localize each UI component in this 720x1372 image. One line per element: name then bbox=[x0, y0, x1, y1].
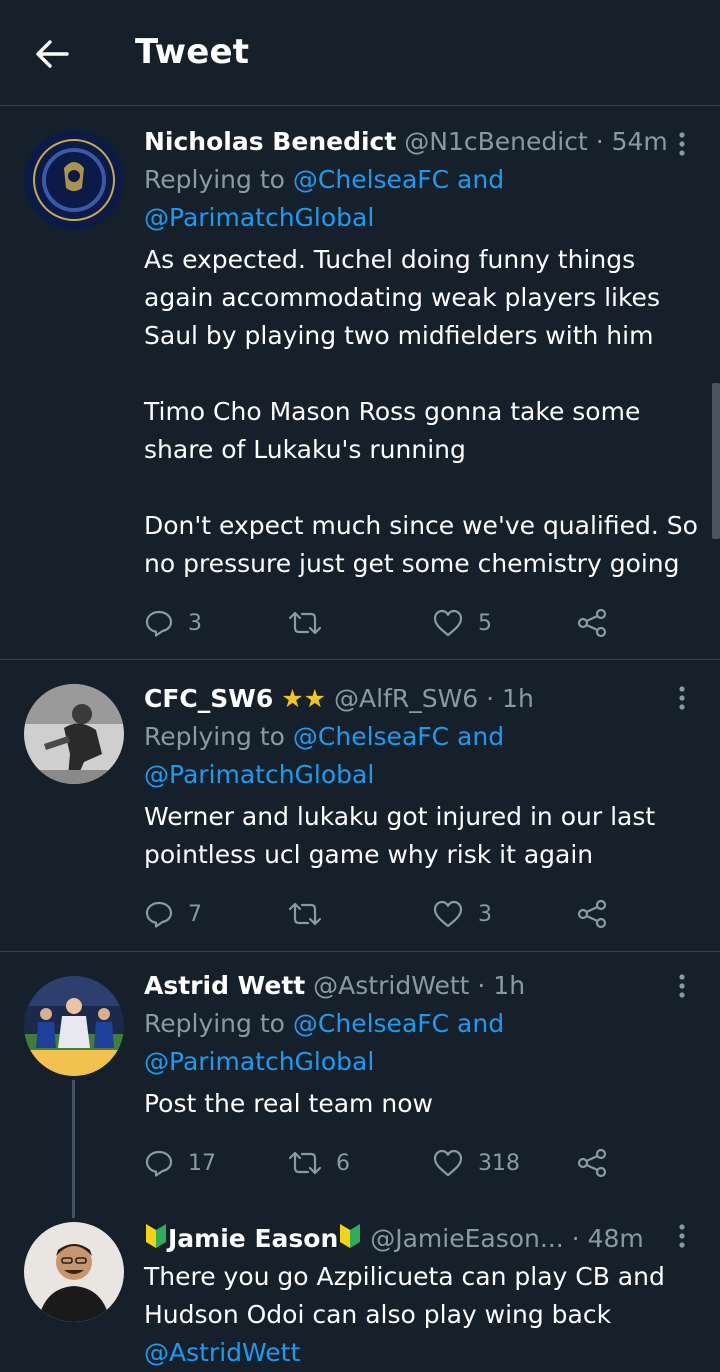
reply-button[interactable]: 7 bbox=[144, 894, 202, 934]
mention-link[interactable]: @ParimatchGlobal bbox=[144, 760, 374, 789]
like-button[interactable]: 3 bbox=[432, 894, 492, 934]
retweet-button[interactable] bbox=[288, 894, 336, 934]
share-button[interactable] bbox=[576, 603, 622, 643]
tweet-text: Post the real team now bbox=[144, 1089, 433, 1118]
user-handle[interactable]: @AstridWett bbox=[313, 971, 469, 1000]
like-button[interactable]: 318 bbox=[432, 1143, 520, 1183]
tweet[interactable]: Nicholas Benedict @N1cBenedict · 54m Rep… bbox=[0, 106, 720, 660]
reply-icon bbox=[145, 610, 173, 637]
user-handle[interactable]: @N1cBenedict bbox=[404, 127, 587, 156]
action-bar: 17 6 318 bbox=[144, 1143, 704, 1183]
reply-count: 7 bbox=[188, 901, 202, 927]
tweet-header: CFC_SW6 ★★ @AlfR_SW6 · 1h bbox=[144, 680, 704, 718]
reply-icon bbox=[145, 1150, 173, 1177]
retweet-count: 6 bbox=[336, 1150, 350, 1176]
action-bar: 7 3 bbox=[144, 894, 704, 934]
timestamp: · 1h bbox=[486, 684, 534, 713]
timestamp: · 54m bbox=[595, 127, 668, 156]
like-count: 3 bbox=[478, 901, 492, 927]
tweet-text: As expected. Tuchel doing funny things a… bbox=[144, 245, 698, 578]
replying-to: Replying to @ChelseaFC and @ParimatchGlo… bbox=[144, 718, 704, 794]
mention-link[interactable]: @ChelseaFC and bbox=[293, 1009, 504, 1038]
reply-icon bbox=[145, 901, 173, 928]
timestamp: · 48m bbox=[571, 1224, 644, 1253]
display-name[interactable]: Jamie Eason bbox=[168, 1224, 338, 1253]
scrollbar[interactable] bbox=[712, 383, 720, 539]
tweet[interactable]: Jamie Eason @JamieEason... · 48m There y… bbox=[0, 1218, 720, 1367]
timestamp: · 1h bbox=[477, 971, 526, 1000]
star-emoji: ★★ bbox=[281, 684, 327, 713]
like-count: 318 bbox=[478, 1150, 520, 1176]
tweet-text: There you go Azpilicueta can play CB and… bbox=[144, 1262, 665, 1329]
replying-to: Replying to @ChelseaFC and @ParimatchGlo… bbox=[144, 161, 704, 237]
avatar[interactable] bbox=[24, 1222, 124, 1322]
reply-button[interactable]: 17 bbox=[144, 1143, 216, 1183]
replying-prefix: Replying to bbox=[144, 1009, 285, 1038]
mention-line: @AstridWett bbox=[144, 1334, 704, 1372]
share-button[interactable] bbox=[576, 1143, 622, 1183]
reply-count: 17 bbox=[188, 1150, 216, 1176]
beginner-badge-icon bbox=[146, 1224, 166, 1248]
mention-link[interactable]: @ParimatchGlobal bbox=[144, 1047, 374, 1076]
replying-prefix: Replying to bbox=[144, 165, 285, 194]
share-icon bbox=[577, 899, 607, 929]
display-name[interactable]: CFC_SW6 bbox=[144, 684, 273, 713]
share-icon bbox=[577, 608, 607, 638]
share-icon bbox=[577, 1148, 607, 1178]
display-name[interactable]: Nicholas Benedict bbox=[144, 127, 396, 156]
avatar[interactable] bbox=[24, 684, 124, 784]
tweet-header: Astrid Wett @AstridWett · 1h bbox=[144, 967, 704, 1005]
tweet-text: Werner and lukaku got injured in our las… bbox=[144, 802, 656, 869]
replying-to: Replying to @ChelseaFC and @ParimatchGlo… bbox=[144, 1005, 704, 1081]
tweet[interactable]: CFC_SW6 ★★ @AlfR_SW6 · 1h Replying to @C… bbox=[0, 660, 720, 951]
page-title: Tweet bbox=[135, 32, 250, 72]
retweet-icon bbox=[288, 1151, 322, 1175]
top-bar: Tweet bbox=[0, 0, 720, 106]
tweet-header: Nicholas Benedict @N1cBenedict · 54m bbox=[144, 123, 704, 161]
reply-count: 3 bbox=[188, 610, 202, 636]
like-count: 5 bbox=[478, 610, 492, 636]
thread-connector bbox=[72, 1080, 75, 1218]
mention-link[interactable]: @ChelseaFC and bbox=[293, 165, 504, 194]
beginner-badge-icon bbox=[340, 1224, 361, 1248]
heart-icon bbox=[433, 900, 463, 928]
replying-prefix: Replying to bbox=[144, 722, 285, 751]
retweet-button[interactable] bbox=[288, 603, 336, 643]
mention-link[interactable]: @ParimatchGlobal bbox=[144, 203, 374, 232]
tweet-header: Jamie Eason @JamieEason... · 48m bbox=[144, 1220, 704, 1258]
user-handle[interactable]: @AlfR_SW6 bbox=[334, 684, 478, 713]
tweet[interactable]: Astrid Wett @AstridWett · 1h Replying to… bbox=[0, 952, 720, 1218]
mention-link[interactable]: @ChelseaFC and bbox=[293, 722, 504, 751]
retweet-icon bbox=[288, 611, 322, 635]
reply-button[interactable]: 3 bbox=[144, 603, 202, 643]
user-handle[interactable]: @JamieEason... bbox=[370, 1224, 564, 1253]
action-bar: 3 5 bbox=[144, 603, 704, 643]
heart-icon bbox=[433, 1149, 463, 1177]
share-button[interactable] bbox=[576, 894, 622, 934]
retweet-button[interactable]: 6 bbox=[288, 1143, 350, 1183]
display-name[interactable]: Astrid Wett bbox=[144, 971, 305, 1000]
heart-icon bbox=[433, 609, 463, 637]
avatar[interactable] bbox=[24, 130, 124, 230]
like-button[interactable]: 5 bbox=[432, 603, 492, 643]
back-arrow-icon[interactable] bbox=[34, 36, 74, 72]
retweet-icon bbox=[288, 902, 322, 926]
avatar[interactable] bbox=[24, 976, 124, 1076]
